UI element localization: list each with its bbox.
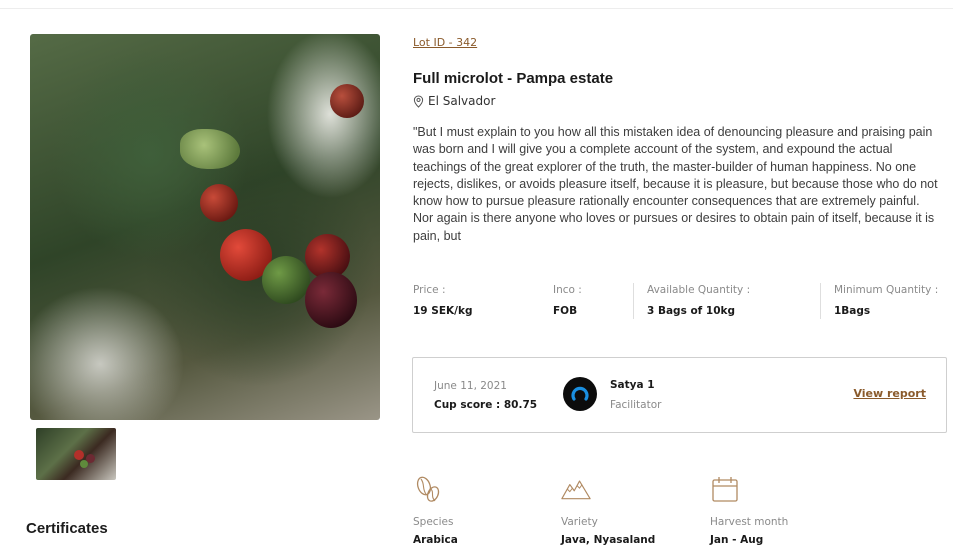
harvest-month-value: Jan - Aug bbox=[710, 534, 764, 546]
minimum-quantity-label: Minimum Quantity : bbox=[834, 284, 939, 296]
top-divider bbox=[0, 8, 953, 9]
available-quantity-stat: Available Quantity : 3 Bags of 10kg bbox=[647, 284, 750, 317]
harvest-month-feature: Harvest month Jan - Aug bbox=[710, 474, 788, 546]
lot-id-link[interactable]: Lot ID - 342 bbox=[413, 36, 477, 49]
variety-feature: Variety Java, Nyasaland bbox=[561, 474, 655, 546]
lot-title: Full microlot - Pampa estate bbox=[413, 70, 614, 87]
species-value: Arabica bbox=[413, 534, 458, 546]
report-date: June 11, 2021 bbox=[434, 380, 507, 392]
price-value: 19 SEK/kg bbox=[413, 305, 473, 317]
gallery-thumbnail[interactable] bbox=[36, 428, 116, 480]
main-product-photo bbox=[30, 34, 380, 420]
minimum-quantity-value: 1Bags bbox=[834, 305, 871, 317]
facilitator-role: Facilitator bbox=[610, 399, 662, 411]
facilitator-logo-icon bbox=[571, 386, 589, 401]
variety-label: Variety bbox=[561, 516, 598, 528]
species-label: Species bbox=[413, 516, 454, 528]
facilitator-name: Satya 1 bbox=[610, 379, 655, 391]
view-report-link[interactable]: View report bbox=[853, 387, 926, 400]
avatar bbox=[563, 377, 597, 411]
minimum-quantity-stat: Minimum Quantity : 1Bags bbox=[834, 284, 938, 317]
inco-label: Inco : bbox=[553, 284, 582, 296]
location-pin-icon bbox=[413, 94, 424, 108]
variety-value: Java, Nyasaland bbox=[561, 534, 656, 546]
cupping-report-card: June 11, 2021 Cup score : 80.75 Satya 1 … bbox=[412, 357, 947, 433]
inco-value: FOB bbox=[553, 305, 578, 317]
lot-description: "But I must explain to you how all this … bbox=[413, 125, 938, 243]
calendar-icon bbox=[712, 477, 738, 502]
price-label: Price : bbox=[413, 284, 446, 296]
location: El Salvador bbox=[413, 94, 495, 108]
available-quantity-value: 3 Bags of 10kg bbox=[647, 305, 736, 317]
beans-icon bbox=[416, 476, 440, 502]
harvest-month-label: Harvest month bbox=[710, 516, 789, 528]
stat-divider bbox=[820, 283, 821, 319]
cup-score: Cup score : 80.75 bbox=[434, 399, 538, 411]
available-quantity-label: Available Quantity : bbox=[647, 284, 751, 296]
inco-stat: Inco : FOB bbox=[553, 284, 582, 317]
species-feature: Species Arabica bbox=[413, 474, 458, 546]
price-stat: Price : 19 SEK/kg bbox=[413, 284, 472, 317]
location-label: El Salvador bbox=[428, 94, 496, 108]
mountain-icon bbox=[561, 480, 591, 500]
stat-divider bbox=[633, 283, 634, 319]
certificates-heading: Certificates bbox=[26, 520, 108, 537]
